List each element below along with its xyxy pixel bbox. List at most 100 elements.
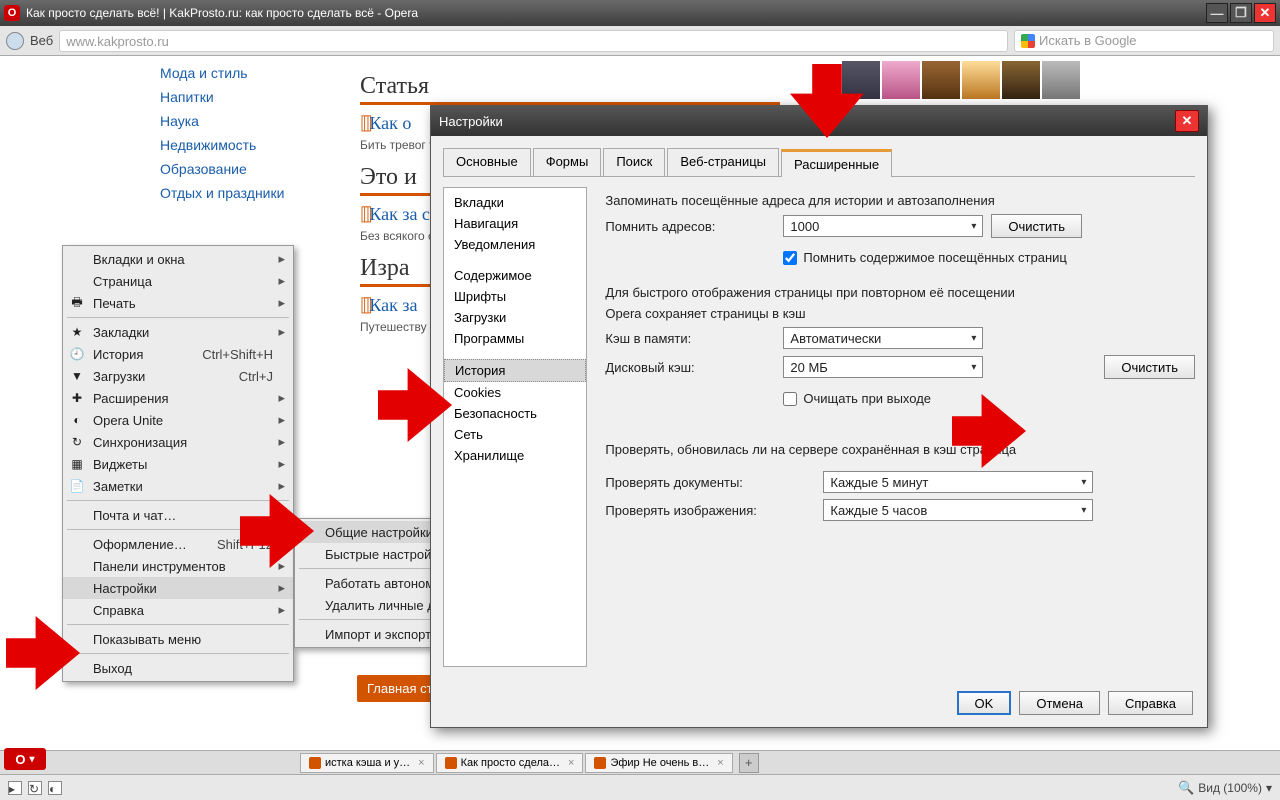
menu-extensions[interactable]: ✚Расширения [63, 387, 293, 409]
menu-tabs-windows[interactable]: Вкладки и окна [63, 248, 293, 270]
unite-status-icon[interactable]: ◐ [48, 781, 62, 795]
menu-opera-unite[interactable]: ◐Opera Unite [63, 409, 293, 431]
tab-close-icon[interactable]: × [717, 757, 723, 769]
opera-icon: O [4, 5, 20, 21]
check-docs-select[interactable]: Каждые 5 минут▾ [823, 471, 1093, 493]
window-titlebar: O Как просто сделать всё! | KakProsto.ru… [0, 0, 1280, 26]
search-field[interactable]: Искать в Google [1014, 30, 1274, 52]
help-button[interactable]: Справка [1108, 691, 1193, 715]
dialog-close-button[interactable]: ✕ [1175, 110, 1199, 132]
menu-downloads[interactable]: ▼ЗагрузкиCtrl+J [63, 365, 293, 387]
cat-fonts[interactable]: Шрифты [444, 286, 586, 307]
avatar[interactable] [922, 61, 960, 99]
cache-desc: Opera сохраняет страницы в кэш [605, 306, 1195, 321]
download-icon: ▼ [69, 368, 85, 384]
menu-page[interactable]: Страница [63, 270, 293, 292]
tab-close-icon[interactable]: × [418, 757, 424, 769]
widgets-icon: ▦ [69, 456, 85, 472]
menu-widgets[interactable]: ▦Виджеты [63, 453, 293, 475]
avatar[interactable] [882, 61, 920, 99]
sync-status-icon[interactable]: ↻ [28, 781, 42, 795]
tab-close-icon[interactable]: × [568, 757, 574, 769]
dialog-title: Настройки [439, 114, 503, 129]
tab-favicon-icon [309, 757, 321, 769]
annotation-arrow [240, 494, 314, 568]
panel-toggle-icon[interactable]: ▸ [8, 781, 22, 795]
cat-notifications[interactable]: Уведомления [444, 234, 586, 255]
search-placeholder: Искать в Google [1039, 30, 1137, 52]
menu-exit[interactable]: Выход [63, 657, 293, 679]
zoom-label[interactable]: Вид (100%) [1198, 781, 1262, 795]
category-list[interactable]: Вкладки Навигация Уведомления Содержимое… [443, 187, 587, 667]
clear-on-exit-checkbox[interactable]: Очищать при выходе [783, 391, 931, 406]
zoom-icon: 🔍 [1178, 780, 1194, 796]
maximize-button[interactable]: ❐ [1230, 3, 1252, 23]
avatar[interactable] [962, 61, 1000, 99]
sidebar-link[interactable]: Образование [160, 157, 340, 181]
sidebar-link[interactable]: Напитки [160, 85, 340, 109]
sidebar-link[interactable]: Недвижимость [160, 133, 340, 157]
cat-security[interactable]: Безопасность [444, 403, 586, 424]
tab-general[interactable]: Основные [443, 148, 531, 176]
cat-history[interactable]: История [444, 359, 586, 382]
tab-favicon-icon [594, 757, 606, 769]
close-button[interactable]: ✕ [1254, 3, 1276, 23]
tab-advanced[interactable]: Расширенные [781, 149, 892, 177]
memory-cache-label: Кэш в памяти: [605, 331, 775, 346]
menu-show-menu[interactable]: Показывать меню [63, 628, 293, 650]
memory-cache-select[interactable]: Автоматически▾ [783, 327, 983, 349]
chevron-down-icon[interactable]: ▾ [1266, 781, 1272, 795]
browser-tab[interactable]: Эфир Не очень в…× [585, 753, 732, 773]
tab-search[interactable]: Поиск [603, 148, 665, 176]
opera-main-menu: Вкладки и окна Страница 🖶Печать ★Закладк… [62, 245, 294, 682]
clear-cache-button[interactable]: Очистить [1104, 355, 1195, 379]
check-images-select[interactable]: Каждые 5 часов▾ [823, 499, 1093, 521]
opera-menu-button[interactable]: O [4, 748, 46, 770]
disk-cache-select[interactable]: 20 МБ▾ [783, 356, 983, 378]
notes-icon: 📄 [69, 478, 85, 494]
cancel-button[interactable]: Отмена [1019, 691, 1100, 715]
category-sidebar: Мода и стиль Напитки Наука Недвижимость … [160, 61, 340, 205]
avatar-strip [842, 61, 1080, 99]
avatar[interactable] [1042, 61, 1080, 99]
cat-programs[interactable]: Программы [444, 328, 586, 349]
sidebar-link[interactable]: Наука [160, 109, 340, 133]
avatar[interactable] [1002, 61, 1040, 99]
sync-icon: ↻ [69, 434, 85, 450]
menu-print[interactable]: 🖶Печать [63, 292, 293, 314]
new-tab-button[interactable]: + [739, 753, 759, 773]
address-bar: Веб www.kakprosto.ru Искать в Google [0, 26, 1280, 56]
cat-tabs[interactable]: Вкладки [444, 192, 586, 213]
ok-button[interactable]: OK [957, 691, 1012, 715]
url-field[interactable]: www.kakprosto.ru [59, 30, 1008, 52]
pane-description: Запоминать посещённые адреса для истории… [605, 193, 1195, 208]
bookmark-icon: ★ [69, 324, 85, 340]
sidebar-link[interactable]: Отдых и праздники [160, 181, 340, 205]
tab-forms[interactable]: Формы [533, 148, 602, 176]
minimize-button[interactable]: — [1206, 3, 1228, 23]
menu-sync[interactable]: ↻Синхронизация [63, 431, 293, 453]
remember-addresses-input[interactable]: 1000▾ [783, 215, 983, 237]
cat-network[interactable]: Сеть [444, 424, 586, 445]
cat-storage[interactable]: Хранилище [444, 445, 586, 466]
cat-content[interactable]: Содержимое [444, 265, 586, 286]
browser-tab[interactable]: Как просто сдела…× [436, 753, 584, 773]
menu-separator [67, 317, 289, 318]
menu-help[interactable]: Справка [63, 599, 293, 621]
clear-history-button[interactable]: Очистить [991, 214, 1082, 238]
web-label: Веб [30, 33, 53, 48]
cat-navigation[interactable]: Навигация [444, 213, 586, 234]
google-icon [1021, 34, 1035, 48]
cat-cookies[interactable]: Cookies [444, 382, 586, 403]
browser-tab[interactable]: истка кэша и у…× [300, 753, 434, 773]
menu-settings[interactable]: Настройки [63, 577, 293, 599]
check-updates-desc: Проверять, обновилась ли на сервере сохр… [605, 442, 1195, 457]
tab-webpages[interactable]: Веб-страницы [667, 148, 779, 176]
menu-history[interactable]: 🕘ИсторияCtrl+Shift+H [63, 343, 293, 365]
window-title: Как просто сделать всё! | KakProsto.ru: … [26, 6, 1206, 20]
cat-downloads[interactable]: Загрузки [444, 307, 586, 328]
remember-content-checkbox[interactable]: Помнить содержимое посещённых страниц [783, 250, 1066, 265]
cache-desc: Для быстрого отображения страницы при по… [605, 285, 1195, 300]
menu-bookmarks[interactable]: ★Закладки [63, 321, 293, 343]
sidebar-link[interactable]: Мода и стиль [160, 61, 340, 85]
